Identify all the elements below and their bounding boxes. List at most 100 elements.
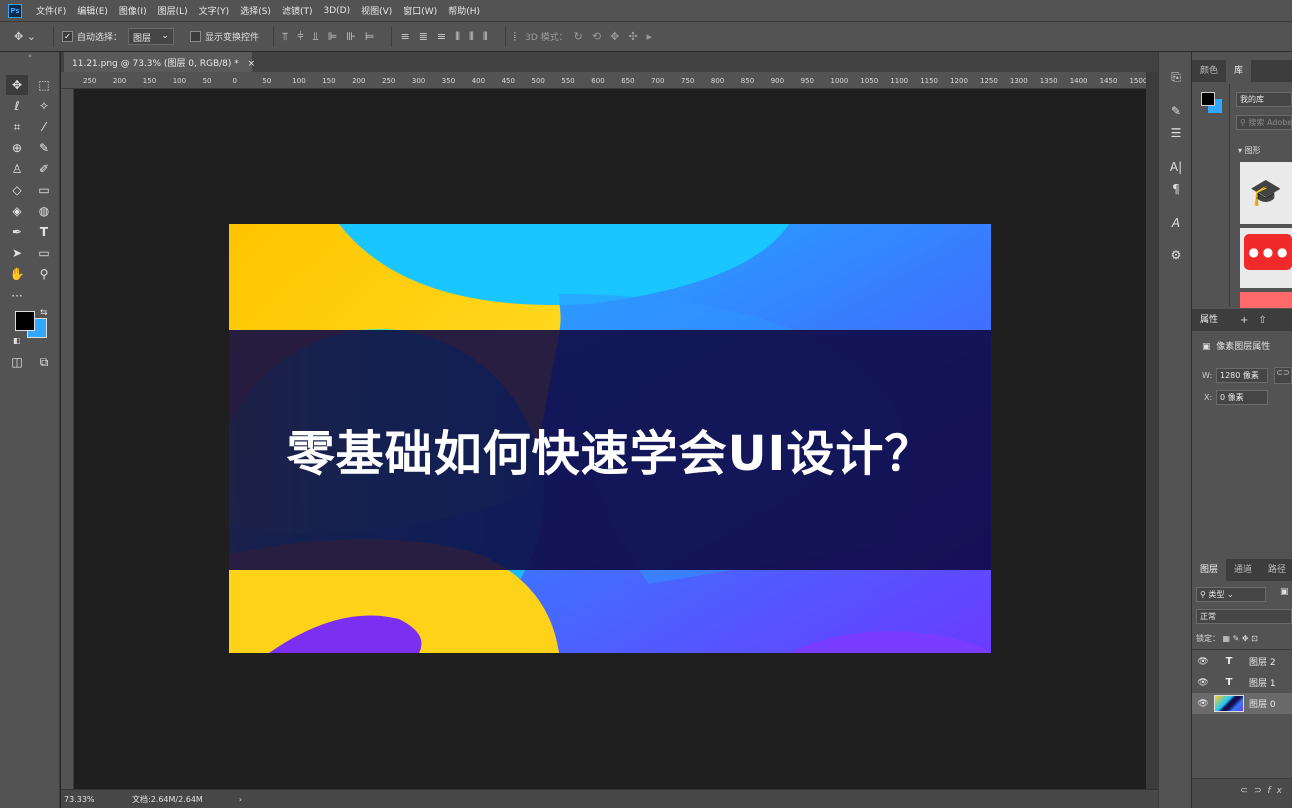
distribute-right-icon[interactable]: ⦀ <box>483 30 488 44</box>
menu-file[interactable]: 文件(F) <box>36 4 66 17</box>
menu-window[interactable]: 窗口(W) <box>403 4 437 17</box>
move-tool-preset-icon[interactable]: ✥ ⌄ <box>14 30 36 43</box>
pen-tool-icon[interactable]: ✒ <box>6 222 28 242</box>
close-icon[interactable]: × <box>248 59 256 69</box>
distribute-left-icon[interactable]: ⦀ <box>455 30 460 44</box>
menu-filter[interactable]: 滤镜(T) <box>282 4 313 17</box>
layer-filter-select[interactable]: ⚲ 类型 ⌄ <box>1196 587 1266 602</box>
document-canvas[interactable]: 零基础如何快速学会UI设计？ <box>229 224 991 653</box>
link-icon[interactable]: ⊂⊃ <box>1274 367 1292 384</box>
auto-select-dropdown[interactable]: 图层 ⌄ <box>127 28 174 45</box>
tab-library[interactable]: 库 <box>1226 60 1252 82</box>
3d-slide-icon[interactable]: ✣ <box>628 30 637 43</box>
lock-position-icon[interactable]: ✥ <box>1242 634 1249 643</box>
swap-colors-icon[interactable]: ⇆ <box>40 308 48 318</box>
tab-layers[interactable]: 图层 <box>1192 559 1227 581</box>
add-icon[interactable]: + <box>1240 315 1248 326</box>
more-tools-icon[interactable]: ··· <box>6 286 28 306</box>
layer-row[interactable]: 👁 T 图层 1 <box>1192 672 1292 693</box>
default-colors-icon[interactable]: ◧ <box>13 336 21 345</box>
crop-tool-icon[interactable]: ⌗ <box>6 117 28 137</box>
align-left-icon[interactable]: ⊫ <box>328 30 338 43</box>
menu-view[interactable]: 视图(V) <box>361 4 392 17</box>
collapse-icon[interactable]: » <box>0 52 60 60</box>
menu-3d[interactable]: 3D(D) <box>323 6 350 16</box>
distribute-bottom-icon[interactable]: ≡ <box>437 30 446 43</box>
vertical-scrollbar[interactable] <box>1146 72 1158 789</box>
layer-row-selected[interactable]: 👁 图层 0 <box>1192 693 1292 714</box>
library-thumbnail-partial[interactable] <box>1240 292 1292 308</box>
x-field[interactable]: 0 像素 <box>1216 390 1268 405</box>
type-tool-icon[interactable]: T <box>33 222 55 242</box>
brush-tool-icon[interactable]: ✎ <box>33 138 55 158</box>
healing-brush-icon[interactable]: ⊕ <box>6 138 28 158</box>
layer-row[interactable]: 👁 T 图层 2 <box>1192 651 1292 672</box>
clone-stamp-icon[interactable]: ♙ <box>6 159 28 179</box>
distribute-top-icon[interactable]: ≡ <box>400 30 409 43</box>
lock-artboard-icon[interactable]: ⊡ <box>1251 634 1258 643</box>
align-vcenter-icon[interactable]: ⫩ <box>297 30 303 44</box>
panel-fg-swatch[interactable] <box>1201 92 1215 106</box>
show-transform-checkbox[interactable] <box>189 31 201 42</box>
library-select[interactable]: 我的库 <box>1236 92 1292 107</box>
eye-icon[interactable]: 👁 <box>1192 678 1214 688</box>
gradient-tool-icon[interactable]: ▭ <box>33 180 55 200</box>
distribute-hcenter-icon[interactable]: ⦀ <box>469 30 474 44</box>
align-bottom-icon[interactable]: ⫫ <box>313 30 319 44</box>
eraser-tool-icon[interactable]: ◇ <box>6 180 28 200</box>
magic-wand-icon[interactable]: ✧ <box>33 96 55 116</box>
dodge-tool-icon[interactable]: ◍ <box>33 201 55 221</box>
library-section-header[interactable]: ▾ 图形 <box>1238 145 1261 156</box>
3d-pan-icon[interactable]: ✥ <box>610 30 619 43</box>
menu-select[interactable]: 选择(S) <box>240 4 271 17</box>
quick-mask-icon[interactable]: ◫ <box>6 352 28 372</box>
align-top-icon[interactable]: ⫪ <box>282 30 288 44</box>
3d-icon[interactable]: ⚙ <box>1166 248 1186 266</box>
lock-transparency-icon[interactable]: ▦ <box>1223 634 1231 643</box>
chat-bubble-thumbnail[interactable]: ● ● ● <box>1240 228 1292 288</box>
menu-help[interactable]: 帮助(H) <box>448 4 480 17</box>
align-right-icon[interactable]: ⊨ <box>365 30 375 43</box>
distribute-vcenter-icon[interactable]: ≣ <box>419 30 428 43</box>
menu-type[interactable]: 文字(Y) <box>199 4 230 17</box>
lock-paint-icon[interactable]: ✎ <box>1233 634 1240 643</box>
shape-tool-icon[interactable]: ▭ <box>33 243 55 263</box>
lasso-tool-icon[interactable]: ℓ <box>6 96 28 116</box>
brush-settings-icon[interactable]: ✎ <box>1166 104 1186 122</box>
menu-edit[interactable]: 编辑(E) <box>77 4 108 17</box>
link-layers-icon[interactable]: ⊂⊃ <box>1240 786 1267 796</box>
tab-channels[interactable]: 通道 <box>1226 559 1260 581</box>
document-tab[interactable]: 11.21.png @ 73.3% (图层 0, RGB/8) * × <box>64 52 255 72</box>
3d-scale-icon[interactable]: ▸ <box>647 30 653 43</box>
tab-paths[interactable]: 路径 <box>1260 559 1292 581</box>
blur-tool-icon[interactable]: ◈ <box>6 201 28 221</box>
menu-image[interactable]: 图像(I) <box>119 4 147 17</box>
3d-roll-icon[interactable]: ⟲ <box>592 30 601 43</box>
library-search-input[interactable]: ⚲ 搜索 Adobe Stock <box>1236 115 1292 130</box>
eye-icon[interactable]: 👁 <box>1192 699 1214 709</box>
tab-color[interactable]: 颜色 <box>1192 60 1226 82</box>
tab-properties[interactable]: 属性 <box>1192 309 1226 331</box>
zoom-level[interactable]: 73.33% <box>64 795 124 804</box>
fx-icon[interactable]: fx <box>1268 786 1289 796</box>
path-selection-icon[interactable]: ➤ <box>6 243 28 263</box>
width-field[interactable]: 1280 像素 <box>1216 368 1268 383</box>
move-tool-icon[interactable]: ✥ <box>6 75 28 95</box>
blend-mode-select[interactable]: 正常 <box>1196 609 1292 624</box>
paragraph-icon[interactable]: ¶ <box>1166 182 1186 200</box>
menu-layer[interactable]: 图层(L) <box>158 4 188 17</box>
foreground-color-swatch[interactable] <box>15 311 35 331</box>
graduation-cap-thumbnail[interactable]: 🎓 <box>1240 162 1292 224</box>
history-icon[interactable]: ⎘ <box>1166 70 1186 88</box>
align-hcenter-icon[interactable]: ⊪ <box>346 30 356 43</box>
glyphs-icon[interactable]: A <box>1166 216 1186 234</box>
hand-tool-icon[interactable]: ✋ <box>6 264 28 284</box>
upload-icon[interactable]: ⇧ <box>1258 315 1266 326</box>
auto-align-icon[interactable]: ⦙ <box>514 30 516 44</box>
zoom-tool-icon[interactable]: ⚲ <box>33 264 55 284</box>
3d-orbit-icon[interactable]: ↻ <box>574 30 583 43</box>
character-icon[interactable]: A| <box>1166 160 1186 178</box>
history-brush-icon[interactable]: ✐ <box>33 159 55 179</box>
adjustments-icon[interactable]: ☰ <box>1166 126 1186 144</box>
chevron-right-icon[interactable]: › <box>239 795 242 804</box>
